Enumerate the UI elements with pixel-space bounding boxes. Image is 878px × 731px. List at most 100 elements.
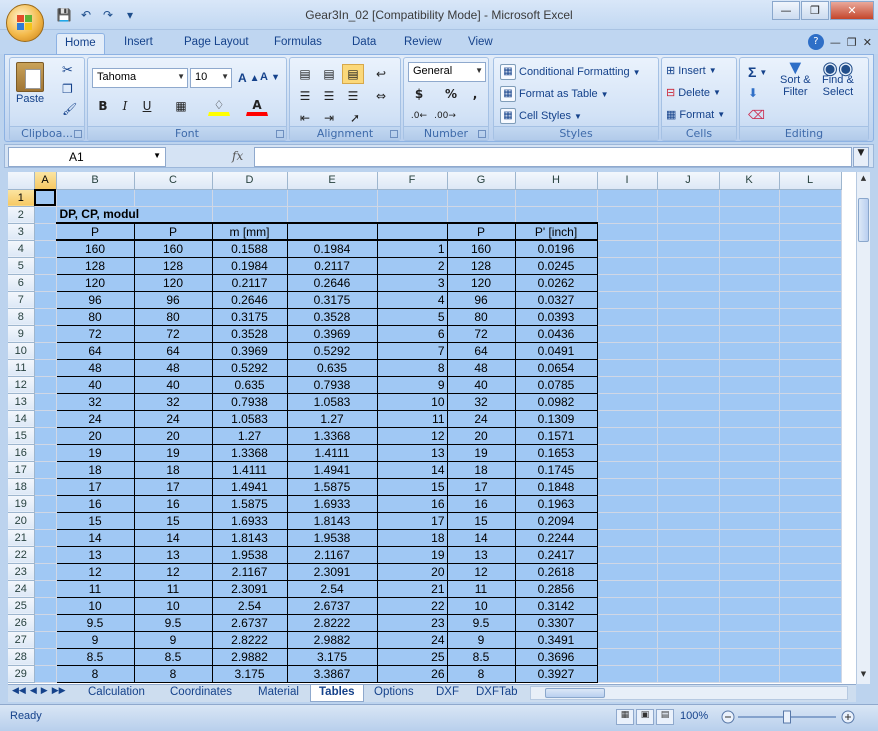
cell-c[interactable]: 14 (133, 528, 213, 547)
next-sheet-icon[interactable]: ▶ (41, 686, 48, 696)
cell-h[interactable]: 0.0436 (514, 324, 598, 343)
cell-b[interactable]: 96 (55, 290, 135, 309)
cell[interactable] (597, 376, 658, 394)
autosum-button[interactable]: Σ ▼ (748, 64, 767, 80)
cell-h[interactable]: 0.0982 (514, 392, 598, 411)
cell[interactable] (657, 580, 720, 598)
cell-b[interactable]: 19 (55, 443, 135, 462)
cell[interactable] (719, 512, 780, 530)
cell[interactable] (34, 648, 57, 666)
cell-h[interactable]: 0.0196 (514, 239, 598, 258)
cell[interactable] (597, 614, 658, 632)
cell[interactable] (597, 597, 658, 615)
row-header[interactable]: 14 (8, 410, 35, 428)
cell-f[interactable]: 24 (376, 630, 448, 649)
header-cell[interactable]: P (446, 222, 516, 241)
tab-home[interactable]: Home (56, 33, 105, 54)
increase-decimal-icon[interactable]: .0← (408, 106, 430, 126)
cell-f[interactable]: 21 (376, 579, 448, 598)
help-icon[interactable]: ? (807, 34, 824, 50)
comma-button[interactable]: , (464, 84, 486, 104)
fill-icon[interactable]: ⬇ (748, 86, 758, 100)
cell[interactable] (597, 546, 658, 564)
cell-b[interactable]: 12 (55, 562, 135, 581)
column-header[interactable]: I (597, 172, 658, 190)
cell-c[interactable]: 12 (133, 562, 213, 581)
cell-d[interactable]: 3.175 (211, 664, 288, 683)
cell-f[interactable]: 26 (376, 664, 448, 683)
cell[interactable] (657, 291, 720, 309)
cell-h[interactable]: 0.1848 (514, 477, 598, 496)
cell-d[interactable]: 1.4941 (211, 477, 288, 496)
copy-icon[interactable]: ❐ (62, 82, 73, 96)
cell[interactable] (597, 257, 658, 275)
row-header[interactable]: 4 (8, 240, 35, 258)
cell-f[interactable]: 22 (376, 596, 448, 615)
prev-sheet-icon[interactable]: ◀ (30, 686, 37, 696)
cell[interactable] (779, 478, 842, 496)
column-header[interactable]: G (447, 172, 516, 190)
row-header[interactable]: 24 (8, 580, 35, 598)
cell-e[interactable]: 2.6737 (286, 596, 378, 615)
cell-f[interactable]: 13 (376, 443, 448, 462)
cell[interactable] (34, 614, 57, 632)
cell[interactable] (779, 206, 842, 224)
sheet-tab-dxftab[interactable]: DXFTab (468, 685, 522, 702)
cell[interactable] (719, 342, 780, 360)
sheet-tab-tables[interactable]: Tables (310, 685, 364, 702)
row-header[interactable]: 3 (8, 223, 35, 241)
row-header[interactable]: 29 (8, 665, 35, 683)
cell[interactable] (657, 376, 720, 394)
cell[interactable] (34, 206, 57, 224)
cell-c[interactable]: 20 (133, 426, 213, 445)
align-center-icon[interactable]: ☰ (318, 86, 340, 106)
vertical-scrollbar[interactable]: ▲ ▼ (856, 172, 870, 684)
cell[interactable] (34, 427, 57, 445)
cell-e[interactable]: 3.175 (286, 647, 378, 666)
cell[interactable] (779, 189, 842, 207)
row-header[interactable]: 5 (8, 257, 35, 275)
cell-h[interactable]: 0.2417 (514, 545, 598, 564)
column-header[interactable]: E (287, 172, 378, 190)
bold-button[interactable]: B (92, 96, 114, 116)
cell-f[interactable]: 11 (376, 409, 448, 428)
cell[interactable] (657, 648, 720, 666)
cell-f[interactable]: 5 (376, 307, 448, 326)
cell-g[interactable]: 48 (446, 358, 516, 377)
formula-input[interactable] (254, 147, 852, 167)
cell[interactable] (719, 597, 780, 615)
column-header[interactable]: B (56, 172, 135, 190)
cell-g[interactable]: 24 (446, 409, 516, 428)
page-break-view-icon[interactable]: ▤ (656, 709, 674, 725)
currency-button[interactable]: $ (408, 84, 430, 104)
cell[interactable] (597, 427, 658, 445)
cell[interactable] (597, 393, 658, 411)
cell-d[interactable]: 0.7938 (211, 392, 288, 411)
cell-d[interactable]: 2.3091 (211, 579, 288, 598)
cell-c[interactable]: 9 (133, 630, 213, 649)
header-cell[interactable]: P (133, 222, 213, 241)
horizontal-scrollbar[interactable] (530, 686, 848, 700)
cell[interactable] (779, 631, 842, 649)
cell-c[interactable]: 48 (133, 358, 213, 377)
cell[interactable] (597, 478, 658, 496)
cell-g[interactable]: 19 (446, 443, 516, 462)
cell[interactable] (779, 580, 842, 598)
cell-b[interactable]: 15 (55, 511, 135, 530)
ribbon-close-icon[interactable]: ✕ (863, 36, 872, 49)
cell-h[interactable]: 0.0393 (514, 307, 598, 326)
cell-f[interactable]: 12 (376, 426, 448, 445)
cell[interactable] (597, 240, 658, 258)
cell[interactable] (779, 546, 842, 564)
cell[interactable] (597, 342, 658, 360)
cell-h[interactable]: 0.1653 (514, 443, 598, 462)
cell-g[interactable]: 40 (446, 375, 516, 394)
cell[interactable] (719, 274, 780, 292)
cell-g[interactable]: 9 (446, 630, 516, 649)
cell-b[interactable]: 18 (55, 460, 135, 479)
cell[interactable] (657, 597, 720, 615)
increase-indent-icon[interactable]: ⇥ (318, 108, 340, 128)
decrease-decimal-icon[interactable]: .00→ (434, 106, 456, 126)
cell-b[interactable]: 64 (55, 341, 135, 360)
cell-c[interactable]: 13 (133, 545, 213, 564)
